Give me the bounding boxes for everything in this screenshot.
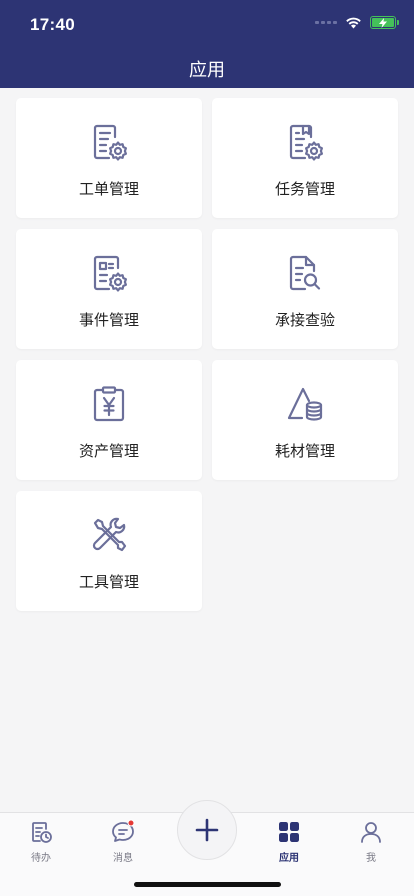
document-search-icon xyxy=(289,255,321,291)
app-card-work-order[interactable]: 工单管理 xyxy=(16,98,202,218)
app-card-asset[interactable]: 资产管理 xyxy=(16,360,202,480)
app-header: 17:40 应用 xyxy=(0,0,414,88)
cell-signal-icon xyxy=(315,21,337,24)
tab-label: 我 xyxy=(366,853,376,864)
app-card-task[interactable]: 任务管理 xyxy=(212,98,398,218)
app-card-label: 任务管理 xyxy=(274,180,335,198)
add-button[interactable] xyxy=(177,800,237,860)
status-time: 17:40 xyxy=(30,15,75,34)
user-icon xyxy=(361,822,381,843)
plus-icon xyxy=(195,818,219,842)
tab-label: 应用 xyxy=(279,853,299,864)
app-card-inspection[interactable]: 承接查验 xyxy=(212,229,398,349)
tab-me[interactable]: 我 xyxy=(341,819,401,865)
page-title: 应用 xyxy=(189,60,225,81)
app-card-tools[interactable]: 工具管理 xyxy=(16,491,202,611)
todo-icon xyxy=(32,822,52,843)
consumable-stack-icon xyxy=(287,387,323,421)
app-card-label: 资产管理 xyxy=(78,442,139,460)
tab-apps[interactable]: 应用 xyxy=(259,819,319,865)
tab-messages[interactable]: 消息 xyxy=(93,819,153,865)
work-order-gear-icon xyxy=(93,124,127,161)
home-indicator xyxy=(134,882,281,887)
app-card-label: 承接查验 xyxy=(274,311,335,329)
app-card-label: 工单管理 xyxy=(78,180,139,198)
message-icon xyxy=(112,819,135,842)
tab-label: 待办 xyxy=(31,853,51,864)
wifi-icon xyxy=(346,17,361,29)
battery-icon xyxy=(370,16,399,29)
status-icons xyxy=(315,16,399,29)
app-card-label: 事件管理 xyxy=(78,311,139,329)
task-clipboard-gear-icon xyxy=(289,124,323,161)
app-card-event[interactable]: 事件管理 xyxy=(16,229,202,349)
app-card-label: 耗材管理 xyxy=(274,442,335,460)
tab-todo[interactable]: 待办 xyxy=(11,819,71,865)
asset-yen-icon xyxy=(93,386,125,422)
app-card-consumable[interactable]: 耗材管理 xyxy=(212,360,398,480)
tools-wrench-screwdriver-icon xyxy=(92,517,127,552)
event-list-gear-icon xyxy=(93,255,127,292)
apps-grid-icon xyxy=(279,822,299,842)
app-card-label: 工具管理 xyxy=(78,573,139,591)
tab-label: 消息 xyxy=(113,853,133,864)
